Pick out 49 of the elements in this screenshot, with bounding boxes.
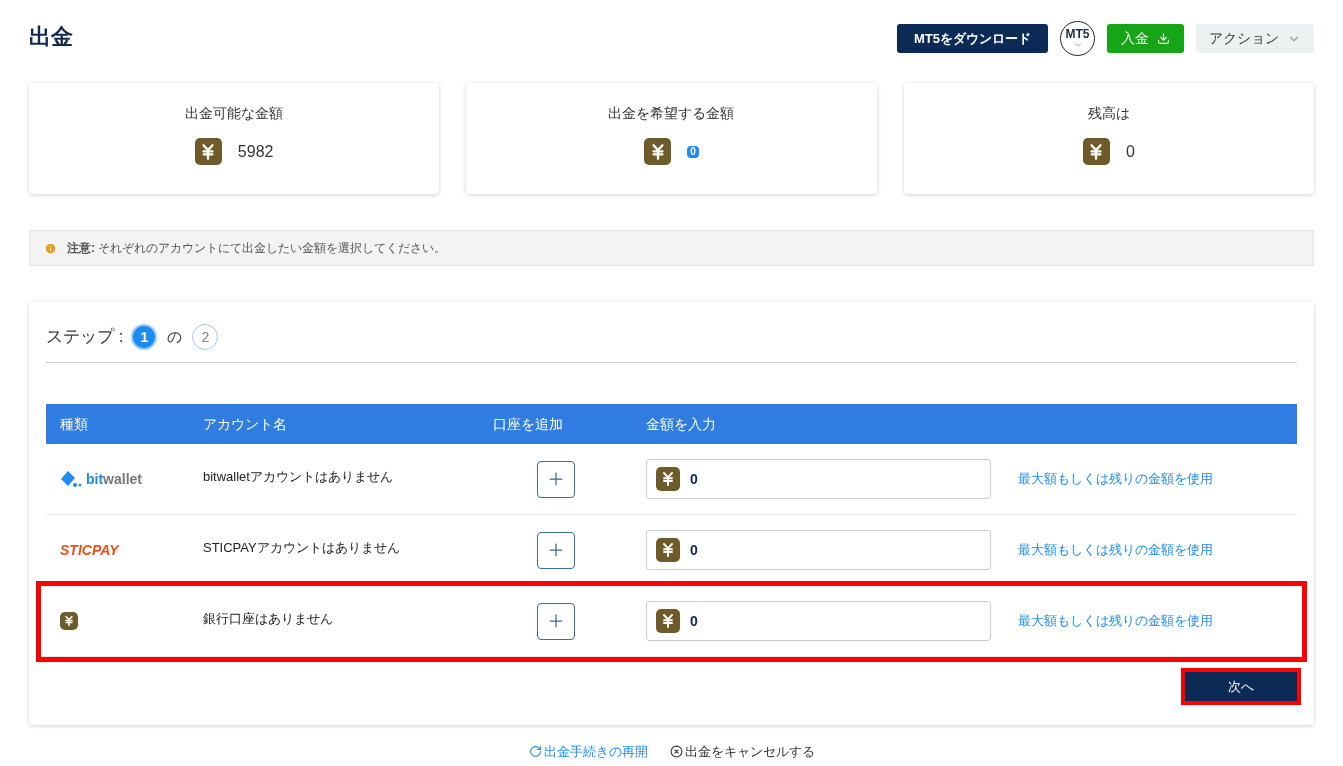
notice-text: 注意: それぞれのアカウントにて出金したい金額を選択してください。 [67, 240, 447, 257]
column-header: アカウント名 [203, 414, 288, 434]
column-header: 口座を追加 [493, 414, 564, 434]
download-button[interactable]: MT5をダウンロード [897, 24, 1048, 53]
account-name: 銀行口座はありません [203, 611, 333, 626]
step-indicator: 1 [131, 324, 158, 350]
amount-field[interactable]: 0 [646, 459, 991, 499]
amount-value: 0 [690, 469, 698, 489]
summary-value: 0 [687, 145, 699, 158]
info-icon [44, 241, 57, 255]
summary-value: 5982 [237, 141, 274, 162]
add-account-button[interactable] [537, 602, 575, 640]
cancel-link[interactable]: 出金をキャンセルする [669, 742, 815, 762]
amount-field[interactable]: 0 [646, 530, 991, 570]
link-label: 出金をキャンセルする [684, 743, 815, 761]
yen-icon [656, 538, 680, 562]
use-max-link[interactable]: 最大額もしくは残りの金額を使用 [1018, 540, 1213, 560]
actions-dropdown[interactable]: アクション [1196, 24, 1314, 53]
yen-icon [60, 612, 78, 630]
summary-value: 0 [1125, 141, 1135, 162]
bitwallet-logo: bitwallet [60, 468, 142, 490]
yen-icon [194, 138, 222, 165]
use-max-link[interactable]: 最大額もしくは残りの金額を使用 [1018, 469, 1213, 489]
yen-icon [656, 467, 680, 491]
page-title: 出金 [29, 23, 73, 51]
yen-icon [656, 609, 680, 633]
summary-label: 出金を希望する金額 [608, 104, 735, 123]
column-header: 種類 [59, 414, 89, 434]
sticpay-logo: STICPAY [60, 540, 119, 560]
amount-field[interactable]: 0 [646, 601, 991, 641]
account-name: STICPAYアカウントはありません [203, 540, 400, 555]
amount-value: 0 [690, 611, 698, 631]
yen-icon [644, 138, 672, 165]
close-circle-icon [669, 745, 683, 759]
restart-link[interactable]: 出金手続きの再開 [528, 742, 648, 762]
add-account-button[interactable] [537, 460, 575, 498]
column-header: 金額を入力 [646, 414, 716, 434]
add-account-button[interactable] [537, 531, 575, 569]
use-max-link[interactable]: 最大額もしくは残りの金額を使用 [1018, 611, 1213, 631]
link-label: 出金手続きの再開 [543, 743, 648, 761]
step-separator: の [167, 326, 183, 347]
summary-label: 出金可能な金額 [185, 104, 284, 123]
yen-icon [1082, 138, 1110, 165]
step-label: ステップ : [46, 326, 124, 349]
account-name: bitwalletアカウントはありません [203, 469, 393, 484]
amount-value: 0 [690, 540, 698, 560]
summary-label: 残高は [1087, 104, 1130, 123]
download-icon [1157, 32, 1170, 45]
refresh-icon [528, 745, 542, 759]
